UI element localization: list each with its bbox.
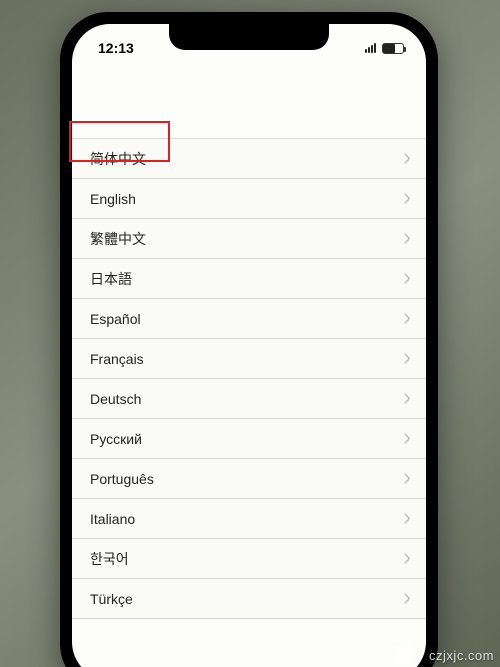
chevron-right-icon: [402, 434, 412, 444]
language-list: 简体中文 English 繁體中文 日本語 Español Français: [72, 138, 426, 619]
status-right: [365, 37, 404, 54]
chevron-right-icon: [402, 394, 412, 404]
language-row-japanese[interactable]: 日本語: [72, 259, 426, 299]
chevron-right-icon: [402, 154, 412, 164]
language-row-simplified-chinese[interactable]: 简体中文: [72, 139, 426, 179]
chevron-right-icon: [402, 474, 412, 484]
header-spacer: [72, 66, 426, 138]
watermark-logo-icon: [394, 645, 412, 663]
status-time: 12:13: [98, 34, 134, 56]
language-label: 简体中文: [90, 149, 402, 169]
language-row-traditional-chinese[interactable]: 繁體中文: [72, 219, 426, 259]
chevron-right-icon: [402, 594, 412, 604]
language-row-german[interactable]: Deutsch: [72, 379, 426, 419]
language-row-korean[interactable]: 한국어: [72, 539, 426, 579]
language-label: English: [90, 191, 402, 207]
language-label: 繁體中文: [90, 229, 402, 249]
language-row-french[interactable]: Français: [72, 339, 426, 379]
language-label: Italiano: [90, 511, 402, 527]
language-row-turkish[interactable]: Türkçe: [72, 579, 426, 619]
chevron-right-icon: [402, 354, 412, 364]
language-label: 日本語: [90, 269, 402, 289]
language-label: Deutsch: [90, 391, 402, 407]
screen: 12:13 简体中文 English 繁體中文: [72, 24, 426, 667]
language-label: Português: [90, 471, 402, 487]
language-row-russian[interactable]: Русский: [72, 419, 426, 459]
cellular-signal-icon: [365, 43, 376, 53]
chevron-right-icon: [402, 314, 412, 324]
language-label: Español: [90, 311, 402, 327]
language-label: 한국어: [90, 549, 402, 569]
language-label: Русский: [90, 431, 402, 447]
language-label: Français: [90, 351, 402, 367]
chevron-right-icon: [402, 194, 412, 204]
language-label: Türkçe: [90, 591, 402, 607]
chevron-right-icon: [402, 234, 412, 244]
language-row-italian[interactable]: Italiano: [72, 499, 426, 539]
phone-frame: 12:13 简体中文 English 繁體中文: [60, 12, 438, 667]
language-row-spanish[interactable]: Español: [72, 299, 426, 339]
language-row-portuguese[interactable]: Português: [72, 459, 426, 499]
chevron-right-icon: [402, 554, 412, 564]
watermark-text: czjxjc.com: [429, 648, 494, 663]
chevron-right-icon: [402, 274, 412, 284]
language-row-english[interactable]: English: [72, 179, 426, 219]
chevron-right-icon: [402, 514, 412, 524]
battery-icon: [382, 43, 404, 54]
notch: [169, 24, 329, 50]
